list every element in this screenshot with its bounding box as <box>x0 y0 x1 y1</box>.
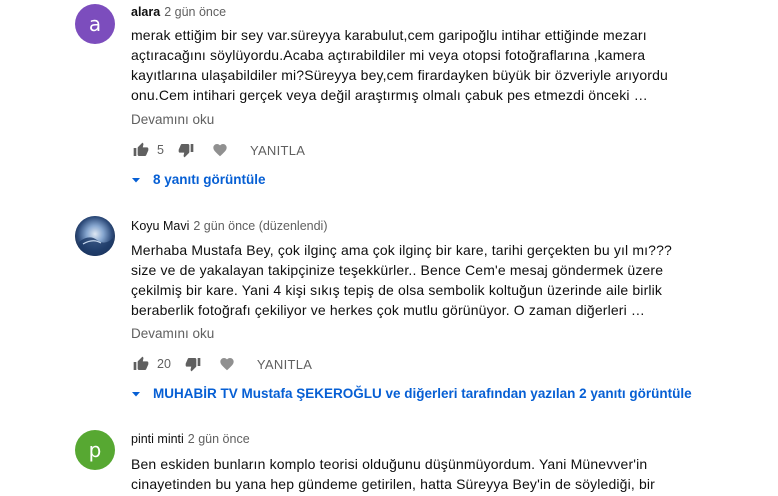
author-name[interactable]: pinti minti <box>131 432 184 446</box>
read-more-link[interactable]: Devamını oku <box>131 325 214 343</box>
view-replies-button[interactable]: 8 yanıtı görüntüle <box>131 172 266 187</box>
comment-header: alara 2 gün önce <box>131 4 226 20</box>
avatar[interactable]: p <box>75 430 115 470</box>
like-icon[interactable] <box>131 140 151 160</box>
avatar[interactable]: a <box>75 4 115 44</box>
dislike-icon[interactable] <box>176 140 196 160</box>
comment-header: Koyu Mavi 2 gün önce (düzenlendi) <box>131 218 327 234</box>
read-more-link[interactable]: Devamını oku <box>131 111 214 129</box>
heart-icon[interactable] <box>217 354 237 374</box>
comment-time[interactable]: 2 gün önce <box>164 5 226 19</box>
author-name[interactable]: alara <box>131 5 160 19</box>
avatar-letter: a <box>88 12 102 36</box>
view-replies-label: 8 yanıtı görüntüle <box>153 172 266 187</box>
reply-button[interactable]: YANITLA <box>257 357 312 372</box>
like-count: 20 <box>157 357 171 371</box>
comment-text: merak ettiğim bir sey var.süreyya karabu… <box>131 27 668 103</box>
comment-text: Merhaba Mustafa Bey, çok ilginç ama çok … <box>131 242 672 318</box>
comment-actions: 20 YANITLA <box>131 352 312 376</box>
chevron-down-icon <box>131 175 141 185</box>
view-replies-button[interactable]: MUHABİR TV Mustafa ŞEKEROĞLU ve diğerler… <box>131 386 692 401</box>
like-count: 5 <box>157 143 164 157</box>
author-name[interactable]: Koyu Mavi <box>131 219 189 233</box>
chevron-down-icon <box>131 389 141 399</box>
comment-time[interactable]: 2 gün önce <box>188 432 250 446</box>
avatar-image <box>75 216 115 256</box>
comment-time[interactable]: 2 gün önce (düzenlendi) <box>193 219 327 233</box>
avatar[interactable] <box>75 216 115 256</box>
comment-text: Ben eskiden bunların komplo teorisi oldu… <box>131 456 655 492</box>
view-replies-label: MUHABİR TV Mustafa ŞEKEROĞLU ve diğerler… <box>153 386 692 401</box>
heart-icon[interactable] <box>210 140 230 160</box>
reply-button[interactable]: YANITLA <box>250 143 305 158</box>
avatar-letter: p <box>88 438 102 462</box>
dislike-icon[interactable] <box>183 354 203 374</box>
comment-header: pinti minti 2 gün önce <box>131 431 250 447</box>
comment-actions: 5 YANITLA <box>131 138 305 162</box>
like-icon[interactable] <box>131 354 151 374</box>
